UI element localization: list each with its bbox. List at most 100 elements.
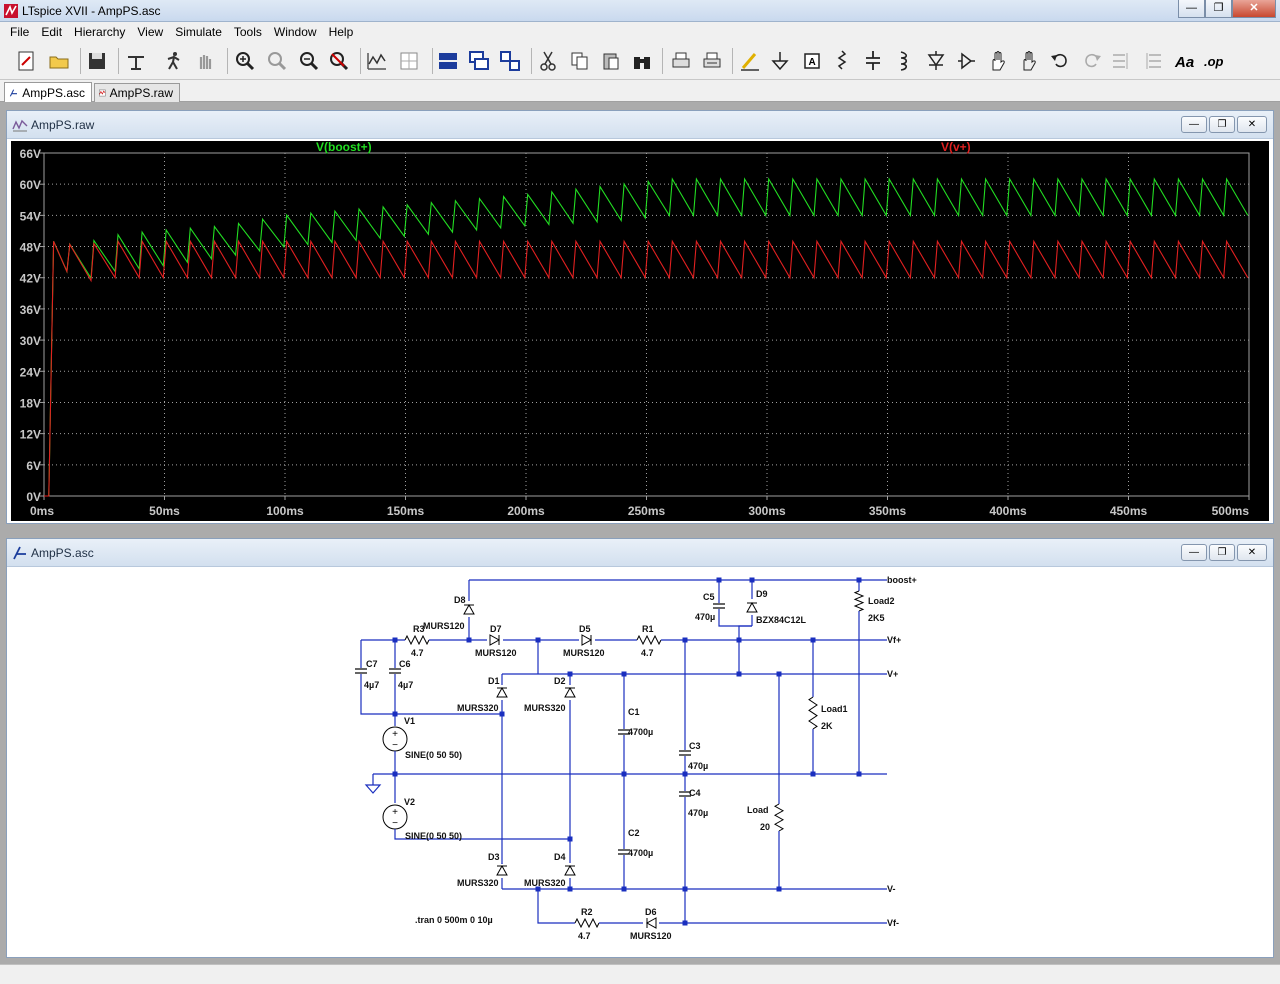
minimize-button[interactable]: — xyxy=(1181,116,1207,133)
menu-simulate[interactable]: Simulate xyxy=(169,25,228,39)
cut-button[interactable] xyxy=(535,47,561,75)
halt-button[interactable] xyxy=(192,47,218,75)
x-tick-label: 150ms xyxy=(387,504,425,518)
component-label: D8 xyxy=(454,595,466,605)
resistor-symbol xyxy=(404,634,430,646)
toolbar-separator xyxy=(80,48,81,74)
component-label: D9 xyxy=(756,589,768,599)
component-label: R3 xyxy=(413,624,425,634)
net-label: Vf+ xyxy=(887,635,901,645)
component-label: 470µ xyxy=(688,808,708,818)
menu-view[interactable]: View xyxy=(131,25,169,39)
toolbar-separator xyxy=(227,48,228,74)
component-label: D7 xyxy=(490,624,502,634)
text-button[interactable]: Aa xyxy=(1172,47,1198,75)
restore-button[interactable]: ❐ xyxy=(1209,116,1235,133)
diode-body xyxy=(746,601,758,613)
toolbar-separator xyxy=(118,48,119,74)
schematic-icon xyxy=(13,546,26,560)
y-tick-label: 42V xyxy=(20,272,41,286)
drag-button[interactable] xyxy=(1016,47,1042,75)
minimize-button[interactable]: — xyxy=(1181,544,1207,561)
y-tick-label: 60V xyxy=(20,178,41,192)
close-button[interactable]: ✕ xyxy=(1237,116,1267,133)
ground-button[interactable] xyxy=(767,47,793,75)
component-label: C4 xyxy=(689,788,701,798)
waveform-chart: 0ms 50ms 100ms 150ms 200ms 250ms 300ms 350ms 400… xyxy=(20,140,1250,518)
component-label: 4.7 xyxy=(578,931,591,941)
diode-body xyxy=(564,686,576,698)
text-icon: Aa xyxy=(1174,54,1194,71)
label-net-button[interactable]: A xyxy=(799,47,825,75)
restore-button[interactable]: ❐ xyxy=(1209,544,1235,561)
move-button[interactable] xyxy=(985,47,1011,75)
series-label: V(boost+) xyxy=(316,141,372,154)
scale-button[interactable] xyxy=(396,47,422,75)
junction-dot xyxy=(856,771,862,777)
component-label: 4700µ xyxy=(628,848,653,858)
junction-dot xyxy=(682,886,688,892)
diode-body xyxy=(564,864,576,876)
undo-button[interactable] xyxy=(1047,47,1073,75)
print-button[interactable] xyxy=(668,47,694,75)
menu-help[interactable]: Help xyxy=(323,25,360,39)
zoom-cancel-icon xyxy=(330,52,349,71)
toolbar-separator xyxy=(662,48,663,74)
inductor-button[interactable] xyxy=(890,47,916,75)
autorange-icon xyxy=(367,53,386,70)
close-button[interactable]: ✕ xyxy=(1232,0,1276,18)
rotate-button[interactable] xyxy=(1108,47,1134,75)
zoom-in-button[interactable] xyxy=(232,47,258,75)
resistor-button[interactable] xyxy=(829,47,855,75)
minimize-button[interactable]: — xyxy=(1178,0,1205,18)
print-setup-button[interactable] xyxy=(699,47,725,75)
menu-hierarchy[interactable]: Hierarchy xyxy=(68,25,131,39)
spice-directive-button[interactable]: .op xyxy=(1202,47,1228,75)
schematic-drawing: D8 MURS120 boost+ C5 470µ D9 BZX84C12L Load2 2K5… xyxy=(355,575,917,941)
zoom-out-button[interactable] xyxy=(296,47,322,75)
open-folder-button[interactable] xyxy=(46,47,72,75)
zoom-cancel-button[interactable] xyxy=(326,47,352,75)
net-label: Vf- xyxy=(887,918,899,928)
cascade-button[interactable] xyxy=(466,47,492,75)
tile-vertical-button[interactable] xyxy=(497,47,523,75)
waveform-plot[interactable]: 0ms 50ms 100ms 150ms 200ms 250ms 300ms 350ms 400… xyxy=(11,140,1269,521)
autorange-button[interactable] xyxy=(364,47,390,75)
component-label: MURS320 xyxy=(457,878,499,888)
diode-body xyxy=(645,917,657,929)
capacitor-button[interactable] xyxy=(860,47,886,75)
component-label: MURS120 xyxy=(563,648,605,658)
zoom-pan-icon xyxy=(268,52,287,71)
zoom-pan-button[interactable] xyxy=(264,47,290,75)
new-schematic-button[interactable] xyxy=(14,47,40,75)
mirror-button[interactable] xyxy=(1140,47,1166,75)
menu-file[interactable]: File xyxy=(4,25,35,39)
redo-button[interactable] xyxy=(1079,47,1105,75)
diode-button[interactable] xyxy=(923,47,949,75)
tab-amp-ps-raw[interactable]: AmpPS.raw xyxy=(94,83,180,102)
component-icon xyxy=(958,52,975,70)
run-button[interactable] xyxy=(160,47,186,75)
find-button[interactable] xyxy=(629,47,655,75)
save-button[interactable] xyxy=(84,47,110,75)
y-tick-label: 66V xyxy=(20,147,41,161)
draw-wire-button[interactable] xyxy=(737,47,763,75)
menu-window[interactable]: Window xyxy=(268,25,323,39)
component-label: 4.7 xyxy=(411,648,424,658)
mirror-icon xyxy=(1146,53,1161,69)
close-button[interactable]: ✕ xyxy=(1237,544,1267,561)
copy-button[interactable] xyxy=(567,47,593,75)
component-button[interactable] xyxy=(953,47,979,75)
diode-symbol xyxy=(581,634,593,646)
junction-dot xyxy=(682,920,688,926)
paste-button[interactable] xyxy=(598,47,624,75)
control-panel-button[interactable] xyxy=(123,47,149,75)
maximize-button[interactable]: ❐ xyxy=(1205,0,1232,18)
tab-amp-ps-asc[interactable]: AmpPS.asc xyxy=(4,82,92,103)
menu-edit[interactable]: Edit xyxy=(35,25,68,39)
schematic-canvas[interactable]: D8 MURS120 boost+ C5 470µ D9 BZX84C12L Load2 2K5… xyxy=(11,569,1269,955)
component-label: C2 xyxy=(628,828,640,838)
tile-horizontal-button[interactable] xyxy=(435,47,461,75)
find-icon xyxy=(634,57,650,69)
menu-tools[interactable]: Tools xyxy=(228,25,268,39)
